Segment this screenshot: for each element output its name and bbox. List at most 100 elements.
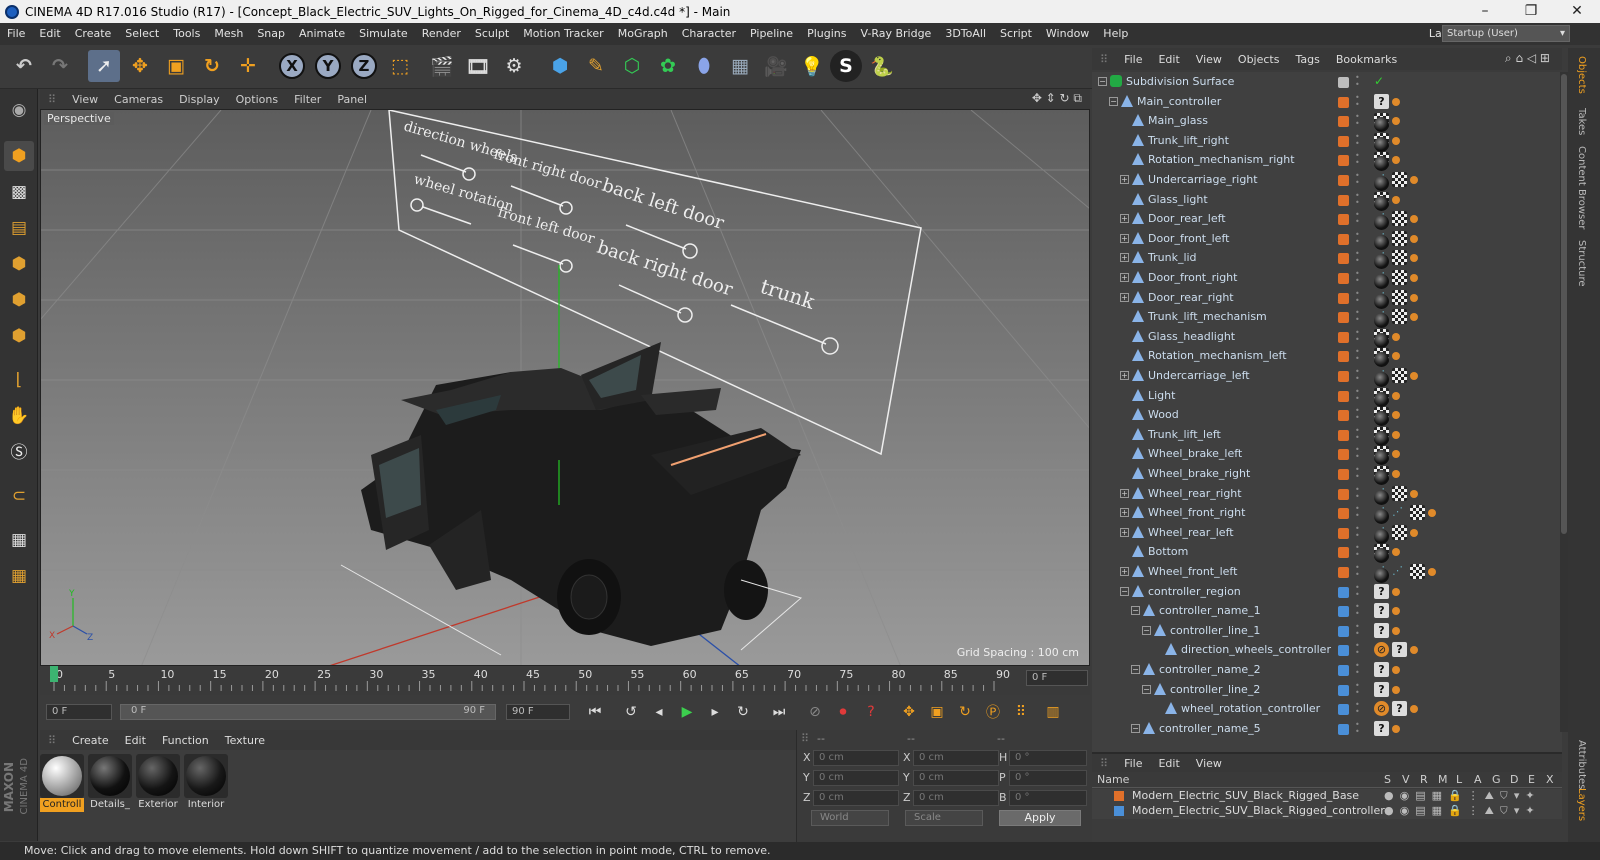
- expand-icon[interactable]: +: [1120, 253, 1129, 263]
- rotate-tool-icon[interactable]: ↻: [196, 50, 228, 82]
- visibility-dots[interactable]: • •: [1355, 368, 1361, 384]
- layer-color-swatch[interactable]: [1338, 175, 1349, 186]
- layer-color-swatch[interactable]: [1338, 331, 1349, 343]
- xpresso-tag-icon[interactable]: [1392, 411, 1400, 420]
- layer-color-swatch[interactable]: [1338, 684, 1349, 696]
- expand-icon[interactable]: +: [1120, 273, 1129, 282]
- object-row[interactable]: − controller_name_2 • •?: [1092, 660, 1552, 680]
- coord-rot-p-field[interactable]: 0 °: [1009, 770, 1087, 786]
- render-settings-icon[interactable]: ⚙: [498, 50, 530, 82]
- end-frame-field[interactable]: 90 F: [506, 704, 570, 720]
- layer-color-swatch[interactable]: [1114, 806, 1124, 816]
- timeline-playhead[interactable]: [50, 666, 58, 682]
- menu-edit[interactable]: Edit: [32, 23, 67, 45]
- layer-color-swatch[interactable]: [1338, 135, 1349, 147]
- menu-file[interactable]: File: [0, 23, 32, 45]
- layer-menu-edit[interactable]: Edit: [1150, 757, 1187, 770]
- redo-icon[interactable]: ↷: [44, 50, 76, 82]
- layer-color-swatch[interactable]: [1338, 410, 1349, 422]
- layer-color-swatch[interactable]: [1338, 351, 1349, 363]
- visibility-dots[interactable]: • •: [1355, 407, 1361, 423]
- mograph-cloner-icon[interactable]: ✿: [652, 50, 684, 82]
- visibility-dots[interactable]: • •: [1355, 720, 1361, 737]
- menu-render[interactable]: Render: [415, 23, 468, 45]
- layer-color-swatch[interactable]: [1338, 704, 1349, 716]
- previous-frame-icon[interactable]: ◂: [646, 700, 672, 724]
- object-row[interactable]: Rotation_mechanism_right • •: [1092, 150, 1552, 172]
- phong-tag-icon[interactable]: ?: [1374, 720, 1389, 736]
- menu-simulate[interactable]: Simulate: [352, 23, 415, 45]
- menu-vray-bridge[interactable]: V-Ray Bridge: [853, 23, 938, 45]
- expand-icon[interactable]: +: [1120, 233, 1129, 243]
- texture-mode-icon[interactable]: ▩: [4, 177, 34, 207]
- visibility-dots[interactable]: • •: [1355, 113, 1361, 129]
- xpresso-tag-icon[interactable]: [1392, 626, 1400, 635]
- layer-color-swatch[interactable]: [1338, 723, 1349, 735]
- xpresso-tag-icon[interactable]: [1410, 234, 1418, 243]
- xpresso-tag-icon[interactable]: [1392, 548, 1400, 557]
- xpresso-tag-icon[interactable]: [1410, 705, 1418, 714]
- object-row[interactable]: wheel_rotation_controller • • ⊘?: [1092, 699, 1552, 719]
- visibility-dots[interactable]: • •: [1355, 309, 1361, 325]
- object-row[interactable]: − controller_line_2 • •?: [1092, 680, 1552, 700]
- layer-color-swatch[interactable]: [1338, 665, 1349, 676]
- object-row[interactable]: Wheel_brake_left • •: [1092, 444, 1552, 466]
- menu-select[interactable]: Select: [118, 23, 166, 45]
- object-menu-view[interactable]: View: [1188, 53, 1230, 66]
- object-row[interactable]: Wheel_brake_right • •: [1092, 464, 1552, 485]
- layer-menu-file[interactable]: File: [1116, 757, 1150, 770]
- menu-snap[interactable]: Snap: [250, 23, 292, 45]
- light-icon[interactable]: 💡: [796, 50, 828, 82]
- texture-tag-icon[interactable]: [1392, 289, 1407, 305]
- expand-icon[interactable]: +: [1120, 527, 1129, 537]
- xpresso-tag-icon[interactable]: [1392, 352, 1400, 361]
- object-row[interactable]: + Door_rear_right •• ⋰: [1092, 288, 1552, 309]
- texture-tag-icon[interactable]: [1392, 270, 1407, 285]
- expand-icon[interactable]: +: [1120, 371, 1129, 380]
- xpresso-tag-icon[interactable]: [1410, 176, 1418, 184]
- xpresso-tag-icon[interactable]: [1410, 313, 1418, 322]
- menu-motion-tracker[interactable]: Motion Tracker: [516, 23, 610, 45]
- xpresso-tag-icon[interactable]: [1410, 274, 1418, 282]
- coord-size-y-field[interactable]: 0 cm: [913, 770, 999, 786]
- layer-color-swatch[interactable]: [1114, 791, 1124, 801]
- tab-structure[interactable]: Structure: [1576, 240, 1587, 287]
- xpresso-tag-icon[interactable]: [1392, 450, 1400, 459]
- coord-pos-z-field[interactable]: 0 cm: [813, 790, 899, 806]
- layer-color-swatch[interactable]: [1338, 371, 1349, 382]
- object-row[interactable]: direction_wheels_controller • • ⊘?: [1092, 640, 1552, 660]
- timeline-ruler[interactable]: 0 5 10 15 20 25 30 35 40 45 50 55 60 65 70 75 80 85 90 0 F: [40, 666, 1090, 695]
- collapse-icon[interactable]: −: [1131, 665, 1140, 674]
- visibility-dots[interactable]: • •: [1355, 603, 1361, 619]
- object-row[interactable]: Trunk_lift_left • •: [1092, 425, 1552, 446]
- phong-tag-icon[interactable]: ?: [1374, 622, 1389, 638]
- visibility-dots[interactable]: • •: [1355, 662, 1361, 678]
- expand-icon[interactable]: +: [1120, 292, 1129, 302]
- close-button[interactable]: ✕: [1554, 0, 1600, 23]
- layer-color-swatch[interactable]: [1338, 567, 1349, 578]
- previous-key-icon[interactable]: ↺: [618, 700, 644, 724]
- object-row[interactable]: + Undercarriage_left •• ⋰: [1092, 366, 1552, 387]
- menu-mograph[interactable]: MoGraph: [611, 23, 675, 45]
- layer-color-swatch[interactable]: [1338, 116, 1349, 128]
- coordinate-system-icon[interactable]: ⬚: [384, 50, 416, 82]
- coord-size-x-field[interactable]: 0 cm: [913, 750, 999, 766]
- xpresso-tag-icon[interactable]: [1410, 528, 1418, 537]
- layer-color-swatch[interactable]: [1338, 194, 1349, 206]
- transform-tool-icon[interactable]: ✛: [232, 50, 264, 82]
- phong-tag-icon[interactable]: ?: [1374, 662, 1389, 677]
- object-row[interactable]: Main_glass • •: [1092, 111, 1552, 133]
- visibility-dots[interactable]: • •: [1355, 426, 1361, 443]
- phong-tag-icon[interactable]: ?: [1374, 583, 1389, 599]
- constraint-tag-icon[interactable]: ⋰: [1392, 564, 1407, 579]
- phong-tag-icon[interactable]: ?: [1374, 681, 1389, 697]
- visibility-dots[interactable]: • •: [1355, 544, 1361, 560]
- visibility-dots[interactable]: • •: [1355, 642, 1361, 658]
- xpresso-tag-icon[interactable]: [1392, 470, 1400, 478]
- layer-color-swatch[interactable]: [1338, 625, 1349, 637]
- xpresso-tag-icon[interactable]: [1392, 430, 1400, 439]
- undo-icon[interactable]: ↶: [8, 50, 40, 82]
- phong-tag-icon[interactable]: ?: [1392, 701, 1407, 717]
- layer-toggle-icons[interactable]: ●◉▤▦🔒⋮⛰⛉▾✦: [1384, 789, 1541, 803]
- floor-scene-icon[interactable]: ▦: [724, 50, 756, 82]
